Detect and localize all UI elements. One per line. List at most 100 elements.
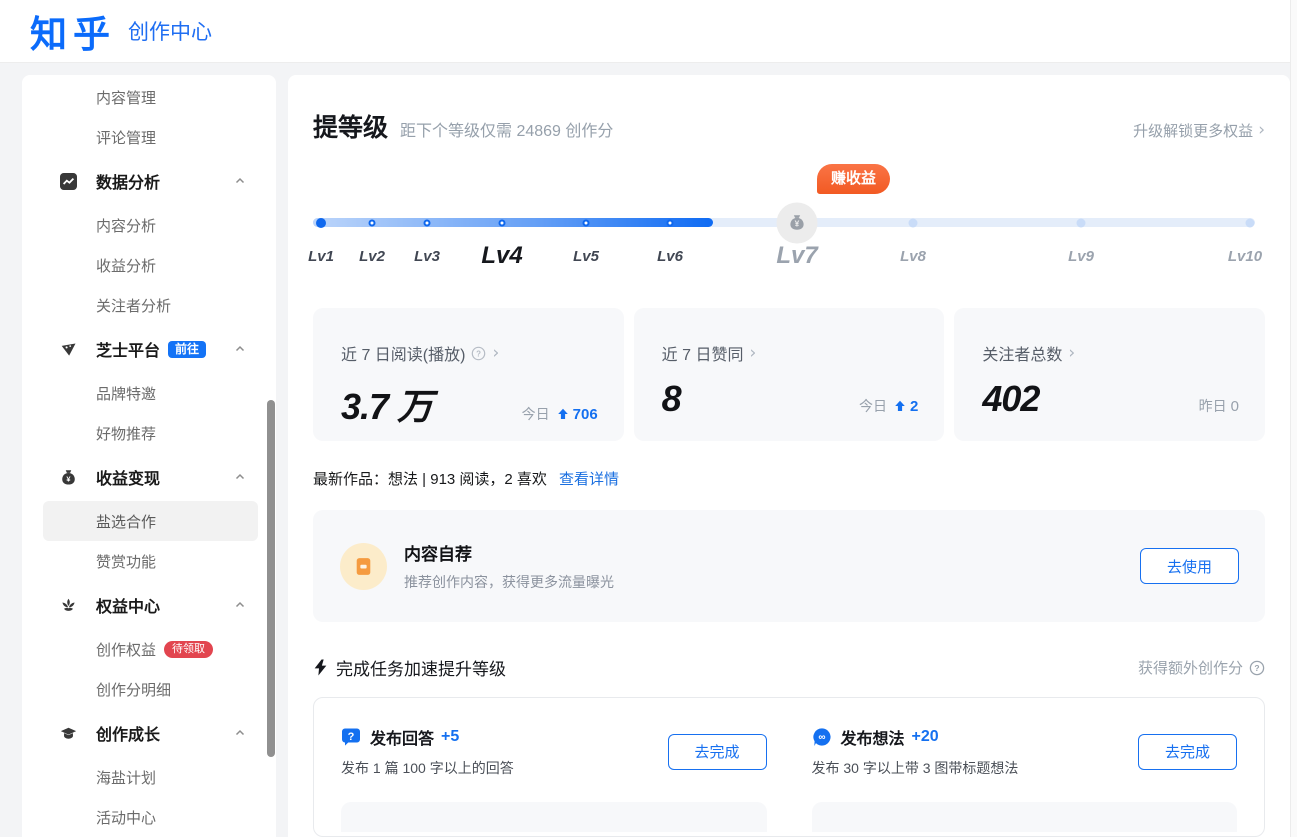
use-now-button[interactable]: 去使用 xyxy=(1140,548,1239,584)
sidebar-item-label: 创作权益 xyxy=(96,639,156,660)
go-complete-button[interactable]: 去完成 xyxy=(1138,734,1237,770)
earn-income-badge: 赚收益 xyxy=(817,164,890,194)
sidebar-item-reward-feature[interactable]: 赞赏功能 xyxy=(43,541,258,581)
level-subtitle: 距下个等级仅需 24869 创作分 xyxy=(400,117,613,141)
level-dot-lv10 xyxy=(1246,218,1255,227)
level-dot-lv3 xyxy=(424,219,431,226)
sidebar-section-data-analysis[interactable]: 数据分析 xyxy=(22,157,276,205)
content-recommend-icon xyxy=(340,543,387,590)
task-publish-idea: ∞ 发布想法 +20 发布 30 字以上带 3 图带标题想法 去完成 xyxy=(812,725,1238,778)
chevron-up-icon[interactable] xyxy=(234,727,246,739)
sidebar-item-activity-center[interactable]: 活动中心 xyxy=(43,797,258,837)
sidebar-section-creator-growth[interactable]: 创作成长 xyxy=(22,709,276,757)
task-title: 发布想法 xyxy=(841,725,905,749)
sidebar-item-sea-salt-plan[interactable]: 海盐计划 xyxy=(43,757,258,797)
sidebar-item-goods-recommend[interactable]: 好物推荐 xyxy=(43,413,258,453)
idea-bubble-icon: ∞ xyxy=(812,727,832,747)
task-section-header: 完成任务加速提升等级 获得额外创作分 ? xyxy=(313,655,1265,680)
svg-text:?: ? xyxy=(1254,663,1259,673)
sidebar-section-label: 收益变现 xyxy=(96,465,160,489)
stat-card-followers[interactable]: 关注者总数 › 402 昨日 0 xyxy=(954,308,1265,441)
sidebar-section-label: 数据分析 xyxy=(96,169,160,193)
chevron-up-icon[interactable] xyxy=(234,599,246,611)
level-label-lv5: Lv5 xyxy=(573,248,599,265)
flower-icon xyxy=(60,597,77,614)
page-title: 提等级 xyxy=(313,108,388,144)
sidebar-item-follower-analysis[interactable]: 关注者分析 xyxy=(43,285,258,325)
level-dot-lv8 xyxy=(909,218,918,227)
sidebar-item-comment-manage[interactable]: 评论管理 xyxy=(43,117,258,157)
sidebar-section-monetization[interactable]: ¥ 收益变现 xyxy=(22,453,276,501)
level-dot-lv5 xyxy=(583,219,590,226)
chevron-right-icon: › xyxy=(492,345,499,362)
stat-card-reads[interactable]: 近 7 日阅读(播放) ? › 3.7 万 今日 706 xyxy=(313,308,624,441)
task-publish-answer: ? 发布回答 +5 发布 1 篇 100 字以上的回答 去完成 xyxy=(341,725,767,778)
view-details-link[interactable]: 查看详情 xyxy=(559,468,619,489)
answer-bubble-icon: ? xyxy=(341,727,361,747)
sidebar-item-label: 收益分析 xyxy=(96,255,156,276)
delta-value: 706 xyxy=(573,406,598,423)
extra-score-label: 获得额外创作分 xyxy=(1138,657,1243,678)
stat-card-title: 关注者总数 xyxy=(982,341,1062,365)
sidebar-item-brand-invite[interactable]: 品牌特邀 xyxy=(43,373,258,413)
sidebar-section-cheese-platform[interactable]: 芝士平台 前往 xyxy=(22,325,276,373)
claim-badge: 待领取 xyxy=(164,641,213,658)
page-scrollbar[interactable] xyxy=(1290,0,1297,837)
sidebar-item-label: 内容管理 xyxy=(96,87,156,108)
grad-cap-icon xyxy=(60,725,77,742)
next-task-card-partial xyxy=(341,802,767,832)
svg-text:∞: ∞ xyxy=(818,732,825,743)
latest-work-row: 最新作品：想法 | 913 阅读，2 喜欢 查看详情 xyxy=(313,468,1265,489)
upgrade-link[interactable]: 升级解锁更多权益 › xyxy=(1133,120,1265,141)
chevron-right-icon: › xyxy=(1068,345,1075,362)
help-circle-icon[interactable]: ? xyxy=(471,346,486,361)
level-dot-lv6 xyxy=(667,219,674,226)
level-label-lv4-current: Lv4 xyxy=(481,242,522,270)
sidebar-section-rights-center[interactable]: 权益中心 xyxy=(22,581,276,629)
task-desc: 发布 1 篇 100 字以上的回答 xyxy=(341,758,514,778)
task-title: 发布回答 xyxy=(370,725,434,749)
task-section-title: 完成任务加速提升等级 xyxy=(336,655,506,680)
sidebar-scrollbar-thumb[interactable] xyxy=(267,400,275,757)
go-badge[interactable]: 前往 xyxy=(168,341,206,358)
money-bag-icon: ¥ xyxy=(60,469,77,486)
sidebar-item-creation-score-detail[interactable]: 创作分明细 xyxy=(43,669,258,709)
arrow-up-icon xyxy=(894,400,906,412)
chevron-right-icon: › xyxy=(1258,122,1265,139)
sidebar-section-label: 创作成长 xyxy=(96,721,160,745)
sidebar-item-label: 盐选合作 xyxy=(96,511,156,532)
delta-label: 今日 xyxy=(859,396,887,416)
level-progress: 赚收益 ¥ Lv1 Lv2 Lv3 Lv4 Lv5 Lv6 Lv7 Lv8 Lv… xyxy=(313,164,1265,278)
zhihu-logo[interactable]: 知乎 xyxy=(30,4,116,58)
stat-cards: 近 7 日阅读(播放) ? › 3.7 万 今日 706 近 7 日赞同 xyxy=(313,308,1265,441)
svg-text:¥: ¥ xyxy=(795,218,800,228)
money-bag-milestone-icon: ¥ xyxy=(777,202,818,243)
arrow-up-icon xyxy=(557,408,569,420)
stat-card-title: 近 7 日赞同 xyxy=(662,341,744,365)
sidebar-item-content-analysis[interactable]: 内容分析 xyxy=(43,205,258,245)
sidebar-section-label: 芝士平台 xyxy=(96,337,160,361)
sidebar-item-label: 评论管理 xyxy=(96,127,156,148)
chart-icon xyxy=(60,173,77,190)
chevron-up-icon[interactable] xyxy=(234,471,246,483)
level-label-lv6: Lv6 xyxy=(657,248,683,265)
delta-value: 0 xyxy=(1231,398,1239,415)
chevron-right-icon: › xyxy=(749,345,756,362)
svg-text:?: ? xyxy=(477,349,482,358)
question-circle-icon[interactable]: ? xyxy=(1243,660,1265,676)
main-panel: 提等级 距下个等级仅需 24869 创作分 升级解锁更多权益 › 赚收益 ¥ L… xyxy=(288,75,1290,837)
stat-card-title: 近 7 日阅读(播放) xyxy=(341,341,465,365)
svg-text:?: ? xyxy=(348,731,355,743)
chevron-up-icon[interactable] xyxy=(234,343,246,355)
level-label-lv8: Lv8 xyxy=(900,248,926,265)
stat-value: 402 xyxy=(982,378,1039,420)
extra-score-hint: 获得额外创作分 ? xyxy=(1138,657,1265,678)
sidebar-item-revenue-analysis[interactable]: 收益分析 xyxy=(43,245,258,285)
sidebar-item-content-manage[interactable]: 内容管理 xyxy=(43,77,258,117)
go-complete-button[interactable]: 去完成 xyxy=(668,734,767,770)
stat-card-upvotes[interactable]: 近 7 日赞同 › 8 今日 2 xyxy=(634,308,945,441)
chevron-up-icon[interactable] xyxy=(234,175,246,187)
sidebar-item-salt-select[interactable]: 盐选合作 xyxy=(43,501,258,541)
sidebar-item-creation-rights[interactable]: 创作权益 待领取 xyxy=(43,629,258,669)
delta-label: 今日 xyxy=(522,404,550,424)
